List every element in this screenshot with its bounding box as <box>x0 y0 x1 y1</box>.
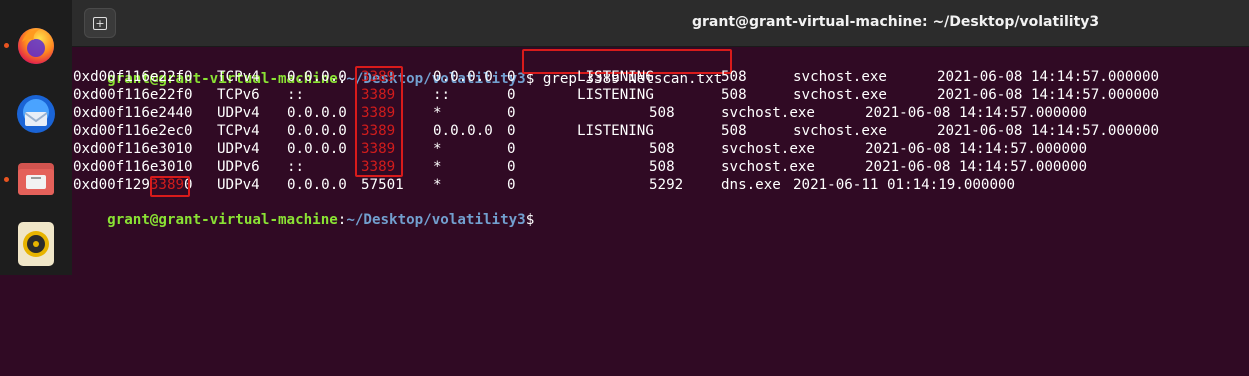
laddr-cell: :: <box>287 87 305 103</box>
laddr-cell: :: <box>287 159 305 175</box>
proto-cell: UDPv4 <box>217 141 260 157</box>
proto-cell: TCPv6 <box>217 87 260 103</box>
state-cell: LISTENING <box>577 69 654 85</box>
offset-cell: 0xd00f116e22f0 <box>73 69 193 85</box>
created-cell: 2021-06-08 14:14:57.000000 <box>937 69 1160 85</box>
pid-cell: 508 <box>649 159 675 175</box>
proto-cell: UDPv6 <box>217 159 260 175</box>
laddr-cell: 0.0.0.0 <box>287 69 347 85</box>
proto-cell: TCPv4 <box>217 69 260 85</box>
table-row: 0xd00f116e2440 UDPv4 0.0.0.0 3389 * 0 508 svcho… <box>73 104 1243 123</box>
pid-cell: 5292 <box>649 177 684 193</box>
offset-prefix: 0xd00f129 <box>73 177 150 193</box>
running-indicator <box>4 43 9 48</box>
ubuntu-dock <box>0 0 72 275</box>
offset-cell: 0xd00f116e2ec0 <box>73 123 193 139</box>
created-cell: 2021-06-08 14:14:57.000000 <box>865 105 1088 121</box>
faddr-cell: :: <box>433 87 451 103</box>
terminal-output[interactable]: grant@grant-virtual-machine:~/Desktop/vo… <box>73 46 1249 275</box>
laddr-cell: 0.0.0.0 <box>287 105 347 121</box>
owner-cell: svchost.exe <box>793 69 887 85</box>
proto-cell: UDPv4 <box>217 177 260 193</box>
owner-cell: svchost.exe <box>793 123 887 139</box>
laddr-cell: 0.0.0.0 <box>287 177 347 193</box>
state-cell: LISTENING <box>577 87 654 103</box>
table-row: 0xd00f116e22f0 TCPv4 0.0.0.0 3389 0.0.0.0 0 LI… <box>73 68 1243 87</box>
owner-cell: svchost.exe <box>721 105 815 121</box>
firefox-icon[interactable] <box>12 22 60 70</box>
table-row: 0xd00f116e2ec0 TCPv4 0.0.0.0 3389 0.0.0.0 0 LI… <box>73 122 1243 141</box>
faddr-cell: * <box>433 177 442 193</box>
pid-cell: 508 <box>649 105 675 121</box>
created-cell: 2021-06-11 01:14:19.000000 <box>793 177 1016 193</box>
faddr-cell: * <box>433 141 442 157</box>
thunderbird-icon[interactable] <box>12 90 60 138</box>
fport-cell: 0 <box>507 123 516 139</box>
table-row: 0xd00f116e3010 UDPv6:: 3389 * 0 508 svchost.ex… <box>73 158 1243 177</box>
proto-cell: UDPv4 <box>217 105 260 121</box>
pid-cell: 508 <box>721 87 747 103</box>
created-cell: 2021-06-08 14:14:57.000000 <box>865 159 1088 175</box>
pid-cell: 508 <box>721 69 747 85</box>
owner-cell: svchost.exe <box>793 87 887 103</box>
offset-cell: 0xd00f116e3010 <box>73 159 193 175</box>
created-cell: 2021-06-08 14:14:57.000000 <box>937 123 1160 139</box>
terminal-titlebar: + grant@grant-virtual-machine: ~/Desktop… <box>72 0 1249 47</box>
files-icon[interactable] <box>12 155 60 203</box>
faddr-cell: * <box>433 105 442 121</box>
faddr-cell: 0.0.0.0 <box>433 69 493 85</box>
faddr-cell: 0.0.0.0 <box>433 123 493 139</box>
table-row: 0xd00f116e22f0 TCPv6:: 3389:: 0 LISTENING 508… <box>73 86 1243 105</box>
prompt-line: grant@grant-virtual-machine:~/Desktop/vo… <box>73 193 534 228</box>
prompt-user-host: grant@grant-virtual-machine <box>107 212 338 229</box>
fport-cell: 0 <box>507 159 516 175</box>
port-highlight-box <box>355 66 403 177</box>
fport-cell: 0 <box>507 177 516 193</box>
offset-cell: 0xd00f116e3010 <box>73 141 193 157</box>
offset-cell: 0xd00f116e22f0 <box>73 87 193 103</box>
laddr-cell: 0.0.0.0 <box>287 123 347 139</box>
rhythmbox-icon[interactable] <box>12 220 60 268</box>
state-cell: LISTENING <box>577 123 654 139</box>
created-cell: 2021-06-08 14:14:57.000000 <box>865 141 1088 157</box>
created-cell: 2021-06-08 14:14:57.000000 <box>937 87 1160 103</box>
fport-cell: 0 <box>507 87 516 103</box>
proto-cell: TCPv4 <box>217 123 260 139</box>
owner-cell: dns.exe <box>721 177 781 193</box>
owner-cell: svchost.exe <box>721 159 815 175</box>
table-row: 0xd00f116e3010 UDPv4 0.0.0.0 3389 * 0 508 svcho… <box>73 140 1243 159</box>
fport-cell: 0 <box>507 141 516 157</box>
prompt-dollar: $ <box>525 212 535 229</box>
laddr-cell: 0.0.0.0 <box>287 141 347 157</box>
window-title: grant@grant-virtual-machine: ~/Desktop/v… <box>692 14 1100 30</box>
faddr-cell: * <box>433 159 442 175</box>
running-indicator <box>4 177 9 182</box>
fport-cell: 0 <box>507 105 516 121</box>
pid-cell: 508 <box>649 141 675 157</box>
offset-cell: 0xd00f116e2440 <box>73 105 193 121</box>
prompt-path: ~/Desktop/volatility3 <box>346 212 526 229</box>
lport-cell: 57501 <box>361 177 404 193</box>
pid-cell: 508 <box>721 123 747 139</box>
owner-cell: svchost.exe <box>721 141 815 157</box>
fport-cell: 0 <box>507 69 516 85</box>
